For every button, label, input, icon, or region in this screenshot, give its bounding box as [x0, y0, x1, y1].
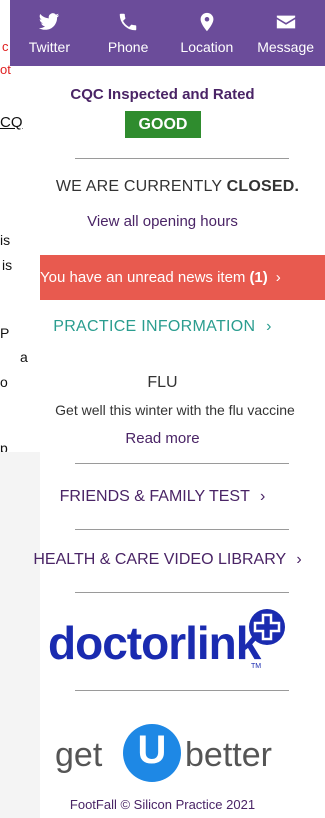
nav-label: Phone	[107, 39, 149, 55]
phone-icon	[119, 13, 137, 31]
divider	[75, 158, 289, 159]
plus-cross-icon	[249, 609, 285, 645]
nav-label: Twitter	[28, 39, 70, 55]
chevron-right-icon: ›	[266, 318, 272, 335]
bg-text-fragment: is	[2, 257, 13, 273]
nav-label: Location	[180, 39, 234, 55]
trademark-mark: TM	[251, 663, 262, 670]
opening-hours-link[interactable]: View all opening hours	[40, 213, 285, 230]
divider	[75, 463, 289, 464]
message-icon	[276, 15, 295, 29]
read-more-link[interactable]: Read more	[40, 430, 285, 447]
bg-text-fragment: is	[0, 232, 11, 248]
doctorlink-wordmark: doctorlink	[48, 617, 261, 669]
chevron-right-icon: ›	[275, 269, 281, 286]
page: f c ot CQ is is P a o p Twitter Phone Lo…	[0, 0, 325, 818]
divider	[75, 690, 289, 691]
bg-text-fragment: P	[0, 325, 10, 341]
footer-credit[interactable]: FootFall © Silicon Practice 2021	[40, 797, 285, 812]
divider	[75, 592, 289, 593]
video-label: HEALTH & CARE VIDEO LIBRARY	[33, 551, 286, 568]
nav-label: Message	[257, 39, 315, 55]
getubetter-logo[interactable]: get U better	[55, 722, 285, 786]
nav-twitter[interactable]: Twitter	[10, 0, 89, 66]
location-icon	[200, 12, 214, 32]
flu-title: FLU	[147, 374, 178, 391]
twitter-icon	[39, 13, 60, 30]
news-count: (1)	[249, 269, 268, 286]
nav-phone[interactable]: Phone	[89, 0, 168, 66]
news-text: You have an unread news item	[40, 269, 246, 286]
nav-location[interactable]: Location	[168, 0, 247, 66]
nav-message[interactable]: Message	[246, 0, 325, 66]
getubetter-u: U	[137, 728, 167, 772]
practice-label: PRACTICE INFORMATION	[53, 318, 256, 335]
bg-text-fragment: a	[20, 349, 28, 365]
divider	[75, 529, 289, 530]
practice-information-link[interactable]: PRACTICE INFORMATION ›	[40, 318, 285, 336]
bg-link-fragment[interactable]: CQ	[0, 115, 23, 131]
getubetter-better: better	[185, 736, 272, 774]
fft-label: FRIENDS & FAMILY TEST	[59, 488, 250, 505]
bg-footer-area	[0, 452, 40, 818]
cqc-title[interactable]: CQC Inspected and Rated	[40, 86, 285, 103]
top-nav-bar: Twitter Phone Location Message	[10, 0, 325, 66]
cqc-rating-badge[interactable]: GOOD	[125, 111, 201, 138]
video-library-link[interactable]: HEALTH & CARE VIDEO LIBRARY ›	[10, 551, 325, 569]
friends-family-test-link[interactable]: FRIENDS & FAMILY TEST ›	[40, 488, 285, 506]
doctorlink-logo[interactable]: doctorlink TM	[48, 608, 298, 678]
status-prefix: WE ARE CURRENTLY	[55, 178, 227, 195]
opening-status: WE ARE CURRENTLY CLOSED.	[30, 178, 325, 196]
bg-text-fragment: o	[0, 374, 8, 390]
status-state: CLOSED.	[226, 178, 300, 195]
chevron-right-icon: ›	[296, 551, 302, 568]
chevron-right-icon: ›	[260, 488, 266, 505]
unread-news-bar[interactable]: You have an unread news item (1) ›	[40, 255, 325, 300]
flu-subtitle: Get well this winter with the flu vaccin…	[55, 402, 295, 418]
getubetter-get: get	[55, 736, 103, 774]
